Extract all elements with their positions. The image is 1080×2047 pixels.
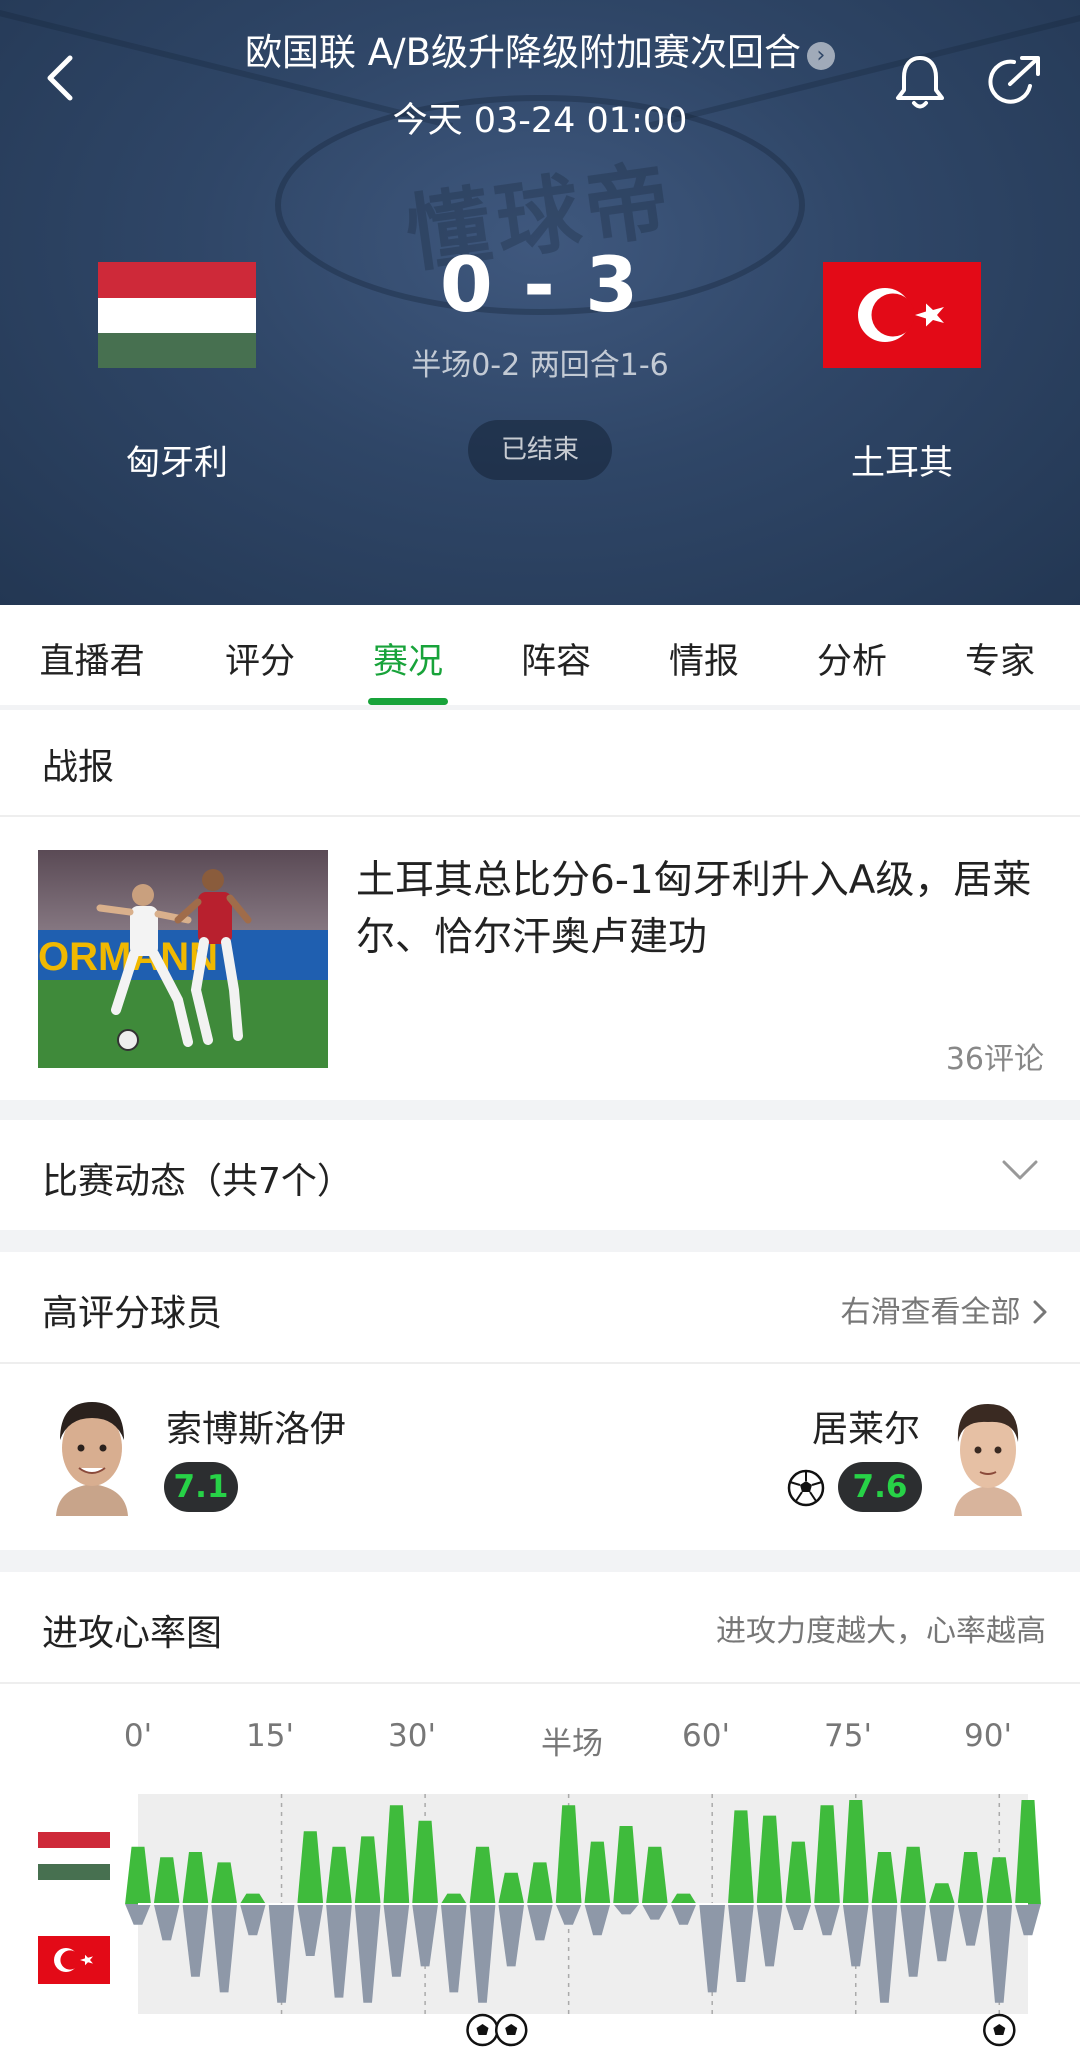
comment-count[interactable]: 36评论 (860, 1034, 1044, 1078)
tab-match-status[interactable]: 赛况 (334, 633, 482, 684)
axis-tick-label: 60' (682, 1718, 730, 1754)
avatar[interactable] (46, 1392, 138, 1516)
divider (0, 1682, 1080, 1684)
match-detail-screen: 懂球帝 欧国联 A/B级升降级附加赛次回合 › 今天 03-24 01:00 0… (0, 0, 1080, 2047)
chevron-down-icon[interactable] (998, 1150, 1042, 1190)
tab-lineup[interactable]: 阵容 (482, 633, 630, 684)
match-time: 今天 03-24 01:00 (392, 101, 688, 141)
league-title[interactable]: 欧国联 A/B级升降级附加赛次回合 › (180, 22, 900, 76)
turkey-flag-icon (823, 262, 981, 368)
events-section-title: 比赛动态（共7个） (42, 1161, 353, 1202)
tab-analysis[interactable]: 分析 (778, 633, 926, 684)
goal-ball-icon (786, 1468, 826, 1508)
tab-experts[interactable]: 专家 (926, 633, 1074, 684)
view-all-link[interactable]: 右滑查看全部 (760, 1287, 1050, 1331)
notification-button[interactable] (890, 50, 950, 112)
active-tab-indicator (368, 698, 448, 705)
home-player-name[interactable]: 索博斯洛伊 (166, 1400, 346, 1452)
turkey-flag-icon (38, 1936, 110, 1984)
tab-intel[interactable]: 情报 (630, 633, 778, 684)
report-section-title: 战报 (42, 747, 115, 788)
axis-tick-label: 75' (824, 1718, 872, 1754)
news-thumbnail[interactable]: ORMANN (38, 850, 328, 1068)
view-all-label: 右滑查看全部 (840, 1295, 1021, 1330)
tab-bar: 直播君 评分 赛况 阵容 情报 分析 专家 (0, 605, 1080, 705)
league-title-text: 欧国联 A/B级升降级附加赛次回合 (245, 31, 801, 74)
axis-tick-label: 0' (123, 1718, 153, 1754)
status-badge: 已结束 (468, 420, 612, 480)
share-button[interactable] (984, 50, 1046, 112)
avatar[interactable] (942, 1392, 1034, 1516)
home-team-name[interactable]: 匈牙利 (60, 435, 294, 484)
tab-live[interactable]: 直播君 (18, 633, 166, 684)
axis-tick-label: 半场 (541, 1726, 603, 1762)
news-headline[interactable]: 土耳其总比分6-1匈牙利升入A级，居莱尔、恰尔汗奥卢建功 (356, 852, 1046, 966)
axis-tick-label: 30' (388, 1718, 436, 1754)
heart-rate-title: 进攻心率图 (42, 1613, 223, 1654)
score-detail: 半场0-2 两回合1-6 (411, 348, 669, 383)
chevron-right-icon (1033, 1300, 1047, 1324)
top-players-title: 高评分球员 (42, 1293, 223, 1334)
share-icon (988, 56, 1040, 104)
chevron-left-icon (47, 55, 73, 101)
match-score: 0 - 3 (439, 240, 641, 329)
away-player-rating: 7.6 (838, 1462, 922, 1512)
axis-tick-label: 90' (964, 1718, 1012, 1754)
hungary-flag-icon (38, 1832, 110, 1880)
home-player-rating: 7.1 (164, 1462, 238, 1512)
chevron-right-icon: › (806, 42, 835, 70)
tab-ratings[interactable]: 评分 (186, 633, 334, 684)
heart-rate-hint: 进攻力度越大，心率越高 (716, 1614, 1046, 1649)
divider (0, 1362, 1080, 1364)
bell-icon (896, 56, 944, 109)
hungary-flag-icon (98, 262, 256, 368)
away-player-name[interactable]: 居莱尔 (700, 1400, 920, 1452)
back-button[interactable] (36, 48, 86, 108)
away-team-name[interactable]: 土耳其 (785, 435, 1019, 484)
match-header: 懂球帝 欧国联 A/B级升降级附加赛次回合 › 今天 03-24 01:00 0… (0, 0, 1080, 605)
divider (0, 815, 1080, 817)
axis-tick-label: 15' (246, 1718, 294, 1754)
